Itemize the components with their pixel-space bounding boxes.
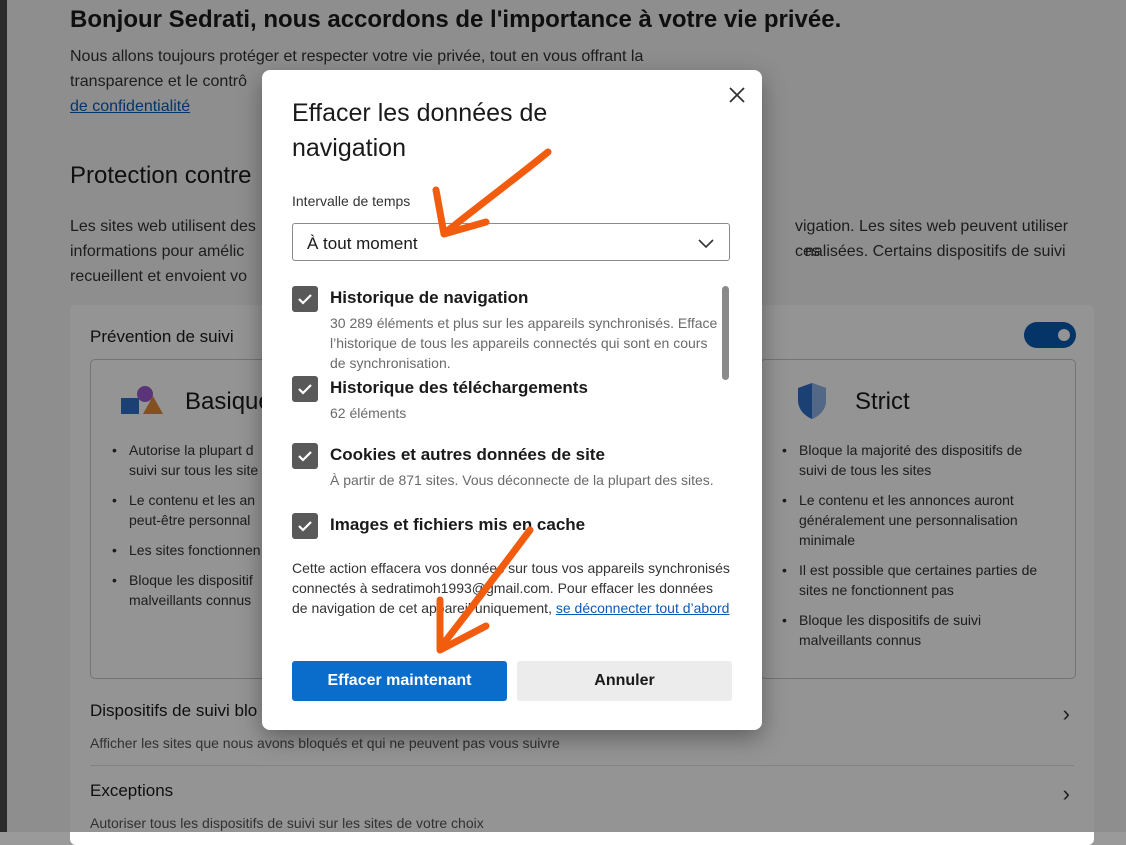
dialog-title: Effacer les données de navigation: [292, 99, 548, 162]
item-subtitle: À partir de 871 sites. Vous déconnecte d…: [330, 472, 714, 488]
checkbox-cookies[interactable]: [292, 443, 318, 469]
clear-browsing-data-dialog: Effacer les données de navigation Interv…: [262, 70, 762, 730]
time-range-value: À tout moment: [307, 234, 418, 253]
item-subtitle: 62 éléments: [330, 405, 407, 421]
checkmark-icon: [298, 521, 312, 532]
chevron-down-icon: [697, 234, 715, 252]
checkmark-icon: [298, 294, 312, 305]
list-scrollbar[interactable]: [722, 286, 729, 380]
item-title: Images et fichiers mis en cache: [330, 515, 586, 534]
checkbox-browsing-history[interactable]: [292, 286, 318, 312]
sign-out-link[interactable]: se déconnecter tout d’abord: [556, 600, 730, 616]
close-icon[interactable]: [724, 82, 750, 108]
item-title: Historique de navigation: [330, 288, 529, 307]
time-range-label: Intervalle de temps: [292, 193, 411, 209]
checkbox-download-history[interactable]: [292, 376, 318, 402]
item-subtitle: 30 289 éléments et plus sur les appareil…: [330, 315, 718, 371]
item-title: Historique des téléchargements: [330, 378, 588, 397]
cancel-button[interactable]: Annuler: [517, 661, 732, 701]
time-range-select[interactable]: À tout moment: [292, 223, 730, 261]
checkbox-cached-images[interactable]: [292, 513, 318, 539]
clear-now-button[interactable]: Effacer maintenant: [292, 661, 507, 701]
data-types-list: Historique de navigation 30 289 éléments…: [292, 284, 732, 546]
checkmark-icon: [298, 451, 312, 462]
item-title: Cookies et autres données de site: [330, 445, 605, 464]
sync-notice: Cette action effacera vos données sur to…: [292, 558, 732, 618]
checkmark-icon: [298, 384, 312, 395]
